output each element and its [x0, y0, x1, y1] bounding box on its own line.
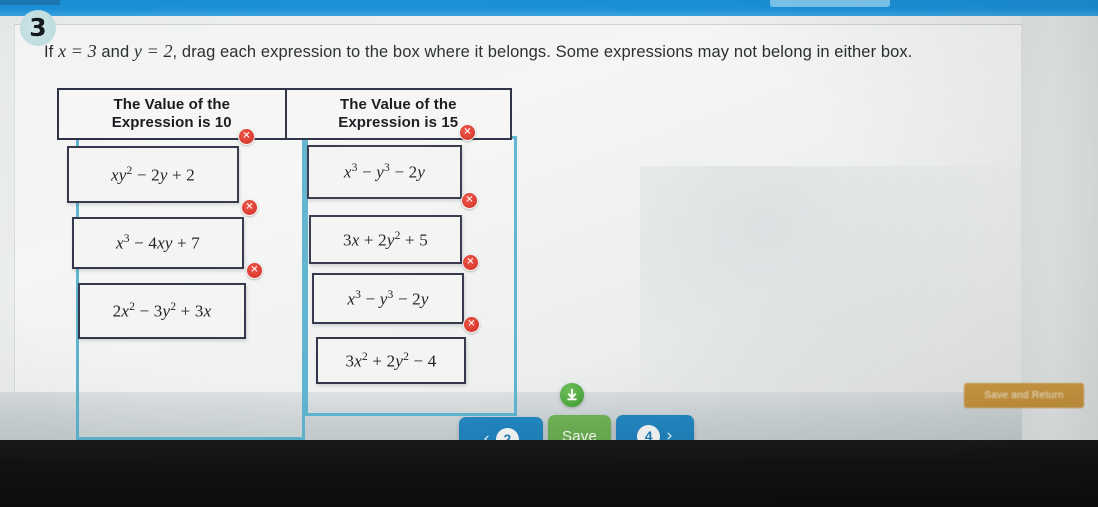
browser-top-bar [0, 0, 1098, 16]
category-header-10-line1: The Value of the [113, 96, 231, 114]
page-right-edge [1022, 16, 1098, 444]
category-header-15-line1: The Value of the [339, 96, 457, 114]
expression-text: x3 − y3 − 2y [343, 161, 426, 182]
save-and-return-label: Save and Return [984, 390, 1064, 401]
remove-icon[interactable]: ✕ [238, 128, 255, 145]
remove-glyph: ✕ [466, 256, 475, 267]
expression-text: xy2 − 2y + 2 [110, 163, 195, 185]
question-prompt: If x = 3 and y = 2, drag each expression… [44, 41, 1004, 62]
prompt-x-value: x = 3 [58, 41, 97, 61]
save-and-return-button[interactable]: Save and Return [964, 383, 1084, 408]
expression-tile[interactable]: 3x + 2y2 + 5 [309, 215, 462, 264]
prompt-mid: and [96, 43, 134, 61]
expression-tile[interactable]: 3x2 + 2y2 − 4 [316, 337, 466, 384]
browser-tab-left[interactable] [0, 0, 60, 5]
browser-tab-active[interactable] [770, 0, 890, 7]
expression-text: x3 − 4xy + 7 [115, 232, 200, 253]
expression-text: 2x2 − 3y2 + 3x [112, 300, 212, 321]
expression-text: x3 − y3 − 2y [347, 287, 429, 309]
remove-glyph: ✕ [242, 130, 251, 141]
category-header-15-line2: Expression is 15 [338, 114, 459, 131]
os-taskbar: Desk 1 Dec 17 9:21 INTL [0, 440, 1098, 507]
remove-icon[interactable]: ✕ [241, 199, 258, 216]
remove-icon[interactable]: ✕ [459, 124, 476, 141]
expression-tile[interactable]: x3 − y3 − 2y [312, 273, 464, 324]
question-number: 3 [29, 12, 47, 42]
prompt-prefix: If [44, 43, 59, 61]
prompt-suffix: , drag each expression to the box where … [172, 43, 913, 61]
category-header-table: The Value of the Expression is 10 The Va… [57, 88, 512, 140]
download-arrow-icon[interactable] [560, 383, 584, 407]
expression-tile[interactable]: x3 − y3 − 2y [307, 145, 462, 199]
remove-glyph: ✕ [465, 194, 474, 205]
remove-icon[interactable]: ✕ [463, 316, 480, 333]
remove-glyph: ✕ [467, 318, 476, 329]
remove-icon[interactable]: ✕ [246, 262, 263, 279]
prompt-y-value: y = 2 [133, 41, 173, 61]
remove-glyph: ✕ [463, 126, 472, 137]
remove-icon[interactable]: ✕ [461, 192, 478, 209]
expression-tile[interactable]: xy2 − 2y + 2 [67, 146, 239, 203]
expression-text: 3x2 + 2y2 − 4 [345, 349, 437, 371]
remove-icon[interactable]: ✕ [462, 254, 479, 271]
laptop-screen-photo: 3 If x = 3 and y = 2, drag each expressi… [0, 0, 1098, 507]
expression-tile[interactable]: x3 − 4xy + 7 [72, 217, 244, 269]
category-header-15: The Value of the Expression is 15 [284, 90, 511, 138]
category-header-10-line2: Expression is 10 [111, 114, 232, 131]
remove-glyph: ✕ [250, 264, 259, 275]
remove-glyph: ✕ [245, 201, 254, 212]
expression-tile[interactable]: 2x2 − 3y2 + 3x [78, 283, 246, 339]
expression-text: 3x + 2y2 + 5 [343, 228, 428, 250]
